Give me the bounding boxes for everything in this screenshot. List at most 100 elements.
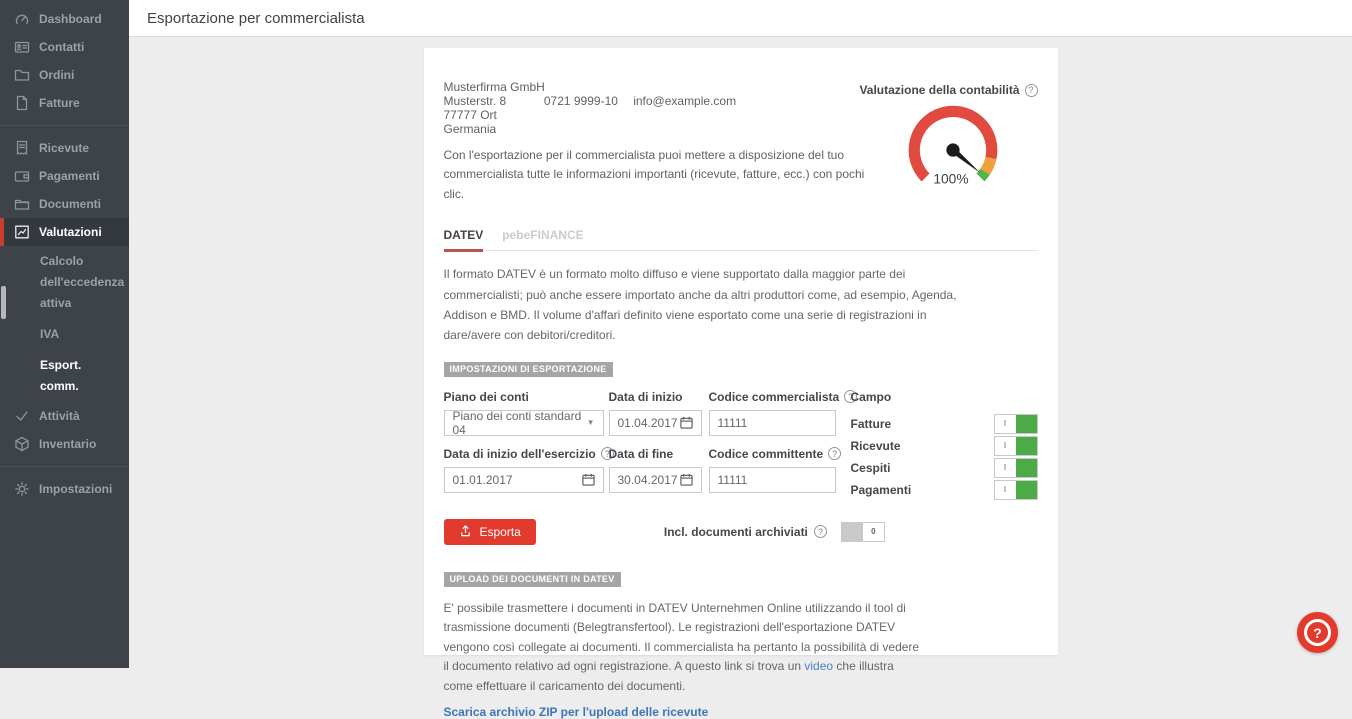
documents-icon [14,196,30,212]
tab-datev[interactable]: DATEV [444,228,484,252]
calendar-icon[interactable] [582,473,595,486]
sidebar-item-pagamenti[interactable]: Pagamenti [0,162,129,190]
box-icon [14,436,30,452]
sidebar-item-label: Inventario [39,437,96,451]
export-tabs: DATEV pebeFINANCE [444,228,1038,251]
topbar: Esportazione per commercialista [129,0,1352,37]
tab-pebefinance[interactable]: pebeFINANCE [502,228,583,250]
toggle-cespiti[interactable]: I [994,458,1038,478]
company-zip-city: 77777 Ort [444,108,868,122]
folder-icon [14,67,30,83]
datev-description: Il formato DATEV è un formato molto diff… [444,264,968,346]
sidebar-item-contatti[interactable]: Contatti [0,33,129,61]
sidebar-item-valutazioni[interactable]: Valutazioni [0,218,129,246]
sidebar-item-label: Ricevute [39,141,89,155]
export-settings-badge: IMPOSTAZIONI DI ESPORTAZIONE [444,362,613,377]
sidebar-item-ricevute[interactable]: Ricevute [0,134,129,162]
sidebar-item-attivita[interactable]: Attività [0,402,129,430]
data-inizio-esercizio-input[interactable]: 01.01.2017 [444,467,604,493]
company-email: info@example.com [633,94,736,108]
campo-row-cespiti: Cespiti I [851,457,1038,479]
chart-icon [14,224,30,240]
codice-committente-label: Codice committente ? [709,447,836,461]
sidebar-scrollbar-thumb[interactable] [1,286,6,319]
data-inizio-esercizio-label: Data di inizio dell'esercizio ? [444,447,604,461]
toggle-ricevute[interactable]: I [994,436,1038,456]
dashboard-icon [14,11,30,27]
sidebar-subitem-esport-comm[interactable]: Esport. comm. [0,350,129,402]
video-link[interactable]: video [804,659,833,673]
company-phone: 0721 9999-10 [544,94,630,108]
file-icon [14,95,30,111]
check-icon [14,408,30,424]
sidebar-item-label: Attività [39,409,80,423]
campo-row-fatture: Fatture I [851,413,1038,435]
sidebar-item-ordini[interactable]: Ordini [0,61,129,89]
sidebar-item-label: Fatture [39,96,80,110]
campo-row-ricevute: Ricevute I [851,435,1038,457]
incl-archived-group: Incl. documenti archiviati ? 0 [664,522,885,542]
chevron-down-icon: ▼ [587,418,595,427]
sidebar-subitem-iva[interactable]: IVA [0,319,129,350]
piano-dei-conti-select[interactable]: Piano dei conti standard 04 ▼ [444,410,604,436]
toggle-incl-archived[interactable]: 0 [841,522,885,542]
gauge-chart: 100% [878,97,1028,199]
sidebar-item-label: Ordini [39,68,74,82]
help-fab-button[interactable]: ? [1297,612,1338,653]
sidebar-divider [0,466,129,467]
toggle-pagamenti[interactable]: I [994,480,1038,500]
contacts-icon [14,39,30,55]
sidebar-item-inventario[interactable]: Inventario [0,430,129,458]
main-content: Musterfirma GmbH Musterstr. 8 0721 9999-… [129,37,1352,668]
company-name: Musterfirma GmbH [444,80,868,94]
campo-header: Campo [851,390,1038,404]
sidebar-item-fatture[interactable]: Fatture [0,89,129,117]
data-fine-label: Data di fine [609,447,702,461]
page-title: Esportazione per commercialista [147,10,365,27]
sidebar-item-label: Valutazioni [39,225,102,239]
upload-icon [459,524,472,540]
data-inizio-label: Data di inizio [609,390,702,404]
sidebar-item-label: Pagamenti [39,169,100,183]
sidebar-item-dashboard[interactable]: Dashboard [0,5,129,33]
sidebar-item-impostazioni[interactable]: Impostazioni [0,475,129,503]
company-info: Musterfirma GmbH Musterstr. 8 0721 9999-… [444,80,868,204]
campo-row-pagamenti: Pagamenti I [851,479,1038,501]
export-button[interactable]: Esporta [444,519,536,545]
gear-icon [14,481,30,497]
data-fine-input[interactable]: 30.04.2017 [609,467,702,493]
codice-commercialista-label: Codice commercialista ? [709,390,836,404]
help-circle-icon[interactable]: ? [814,525,827,538]
export-settings-form: Piano dei conti Piano dei conti standard… [444,390,1038,501]
help-circle-icon[interactable]: ? [828,447,841,460]
accounting-rating-gauge: Valutazione della contabilità ? 100% [868,80,1038,204]
codice-committente-input[interactable]: 11111 [709,467,836,493]
company-country: Germania [444,122,868,136]
wallet-icon [14,168,30,184]
piano-dei-conti-label: Piano dei conti [444,390,604,404]
toggle-fatture[interactable]: I [994,414,1038,434]
sidebar-item-label: Contatti [39,40,84,54]
sidebar-divider [0,125,129,126]
data-inizio-input[interactable]: 01.04.2017 [609,410,702,436]
sidebar-item-label: Impostazioni [39,482,112,496]
campo-column: Campo Fatture I Ricevute I Cespiti [851,390,1038,501]
zip-download-link[interactable]: Scarica archivio ZIP per l'upload delle … [444,705,709,719]
upload-description: E' possibile trasmettere i documenti in … [444,599,926,696]
sidebar-item-label: Dashboard [39,12,102,26]
export-card: Musterfirma GmbH Musterstr. 8 0721 9999-… [424,48,1058,655]
codice-commercialista-input[interactable]: 11111 [709,410,836,436]
upload-section-badge: UPLOAD DEI DOCUMENTI IN DATEV [444,572,621,587]
sidebar: Dashboard Contatti Ordini Fatture Ricevu… [0,0,129,668]
receipt-icon [14,140,30,156]
sidebar-item-documenti[interactable]: Documenti [0,190,129,218]
calendar-icon[interactable] [680,473,693,486]
sidebar-subitem-calcolo-eccedenza[interactable]: Calcolo dell'eccedenza attiva [0,246,129,319]
calendar-icon[interactable] [680,416,693,429]
gauge-title: Valutazione della contabilità [859,83,1019,97]
sidebar-item-label: Documenti [39,197,101,211]
gauge-value: 100% [933,172,968,187]
question-mark-icon: ? [1304,619,1331,646]
help-circle-icon[interactable]: ? [1025,84,1038,97]
company-street: Musterstr. 8 [444,94,541,108]
